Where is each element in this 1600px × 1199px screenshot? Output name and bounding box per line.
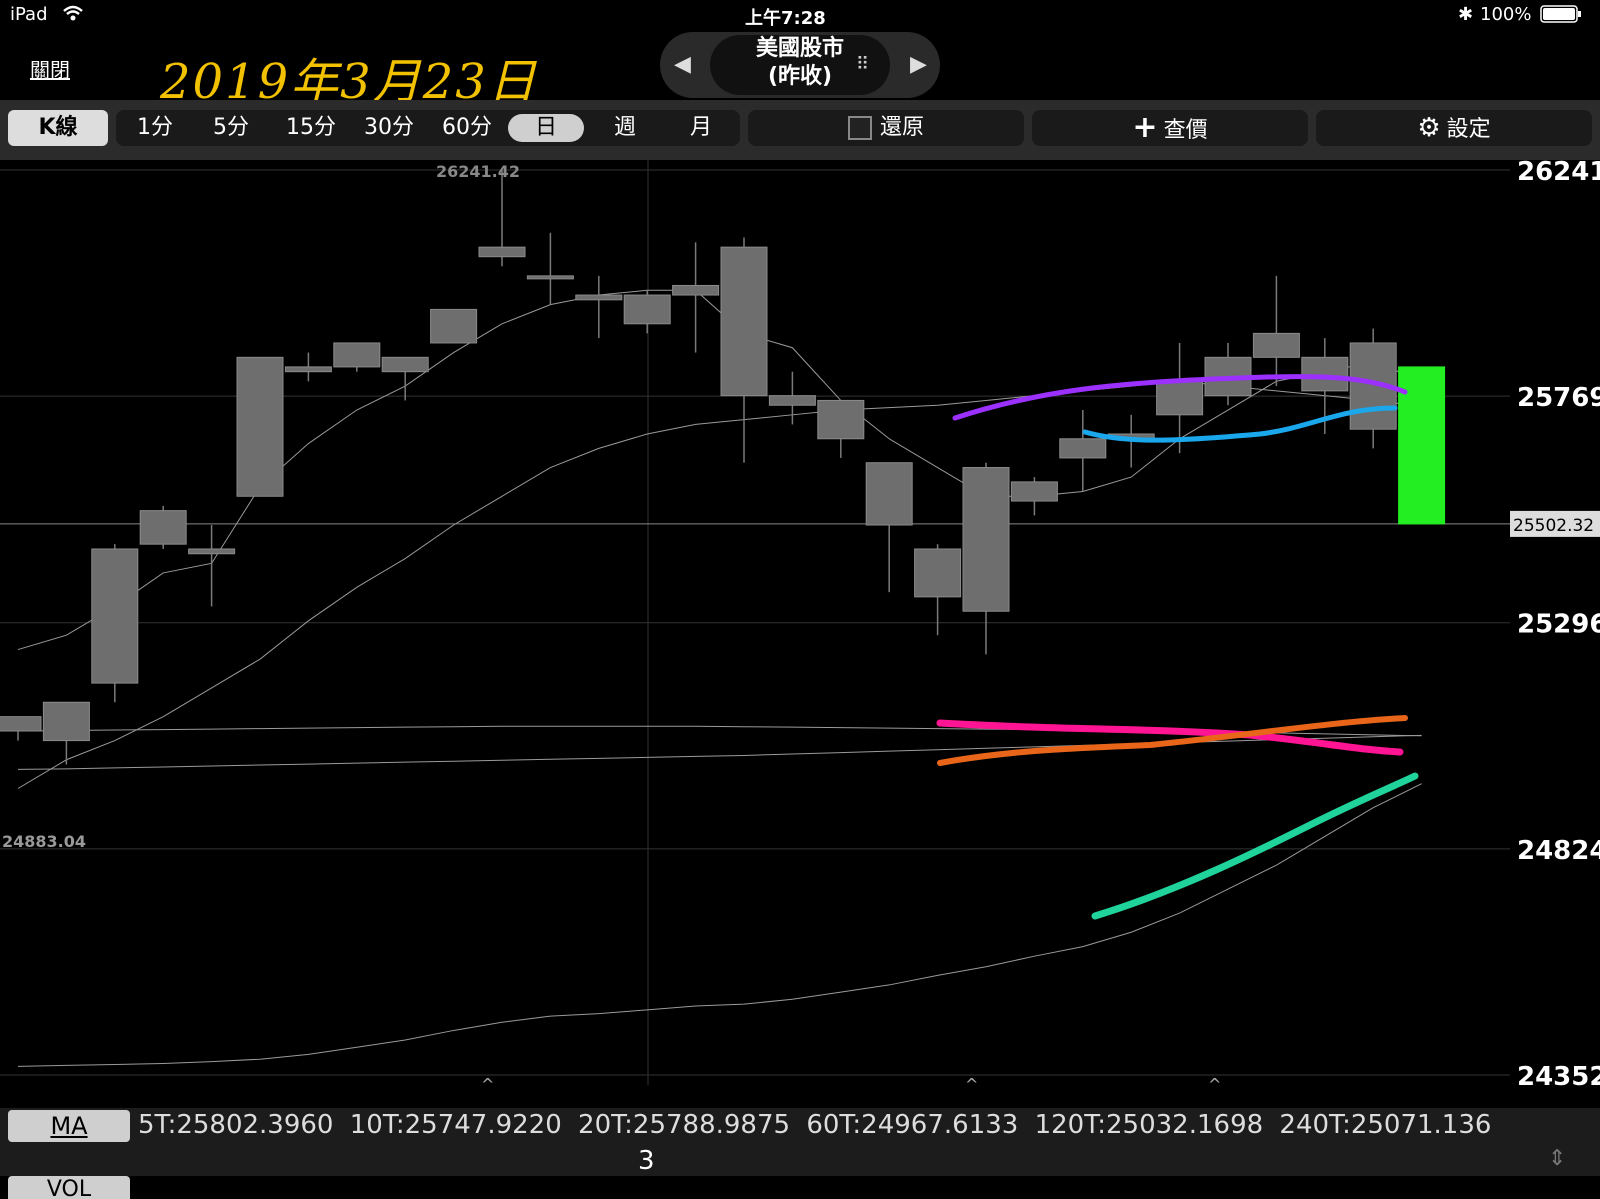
clock: 上午7:28 — [745, 8, 826, 29]
market-selector[interactable]: ◀ 美國股市 (昨收) ⠿ ▶ — [660, 32, 940, 98]
price-label: 25769 — [1517, 383, 1600, 413]
next-market-icon[interactable]: ▶ — [910, 52, 927, 77]
ma-120t: 120T:25032.1698 — [1034, 1110, 1264, 1140]
plus-icon: + — [1132, 110, 1158, 145]
reference-price-label: 25502.32 — [1513, 516, 1594, 536]
candle-body — [1252, 332, 1300, 358]
candle-body — [381, 356, 429, 373]
caret-marker: ^ — [965, 1075, 978, 1094]
page-number: 3 — [638, 1146, 655, 1176]
bluetooth-icon: ✱ — [1458, 4, 1474, 25]
candle-body — [91, 548, 139, 684]
ma-line-120t — [17, 783, 1422, 1067]
toolbar: K線 1分 5分 15分 30分 60分 日 週 月 還原 + 查價 ⚙ 設定 — [0, 100, 1600, 160]
page-bar: 3 ⇕ — [0, 1146, 1600, 1176]
period-group: 1分 5分 15分 30分 60分 日 週 月 — [116, 110, 740, 146]
wifi-icon — [62, 4, 84, 27]
candle-body — [0, 716, 42, 732]
chart-svg: 26241 25769 25502.32 25296 24824 24352 26241.4… — [0, 157, 1600, 1110]
k-line-button[interactable]: K線 — [8, 110, 108, 146]
ma-values: 5T:25802.3960 10T:25747.9220 20T:25788.9… — [138, 1110, 1518, 1140]
candle-body — [1156, 380, 1204, 416]
top-bar: 關閉 2019年3月23日 ◀ 美國股市 (昨收) ⠿ ▶ — [0, 30, 1600, 110]
ma-line-10t — [17, 380, 1422, 789]
period-day[interactable]: 日 — [508, 114, 584, 142]
high-price-label: 26241.42 — [436, 162, 520, 181]
candle-body — [817, 399, 865, 440]
vol-button[interactable]: VOL — [8, 1176, 130, 1199]
settings-button[interactable]: ⚙ 設定 — [1316, 110, 1592, 146]
candle-body — [284, 366, 332, 373]
period-15min[interactable]: 15分 — [272, 110, 350, 146]
settings-label: 設定 — [1446, 117, 1491, 142]
device-label: iPad — [10, 4, 48, 25]
period-5min[interactable]: 5分 — [196, 110, 266, 146]
price-label: 24352 — [1517, 1062, 1600, 1092]
price-label: 25296 — [1517, 610, 1600, 640]
caret-marker: ^ — [1208, 1075, 1221, 1094]
k-line-chart[interactable]: 26241 25769 25502.32 25296 24824 24352 26241.4… — [0, 157, 1600, 1110]
vol-bar: VOL — [0, 1176, 1600, 1199]
candle-body — [1059, 438, 1107, 459]
ma-line-5t — [17, 289, 1422, 651]
candle-body — [478, 246, 526, 258]
ma-60t: 60T:24967.6133 — [806, 1110, 1019, 1140]
restore-label: 還原 — [879, 115, 924, 140]
caret-marker: ^ — [481, 1075, 494, 1094]
grip-icon[interactable]: ⠿ — [856, 54, 869, 75]
restore-toggle[interactable]: 還原 — [748, 110, 1024, 146]
candle-body — [914, 548, 962, 598]
candle-body — [575, 294, 623, 301]
gear-icon: ⚙ — [1417, 113, 1441, 143]
battery-label: 100% — [1480, 4, 1532, 25]
period-30min[interactable]: 30分 — [350, 110, 428, 146]
candle-body — [1010, 481, 1058, 502]
ma-button[interactable]: MA — [8, 1110, 130, 1142]
candle-body — [42, 701, 90, 742]
period-month[interactable]: 月 — [666, 110, 736, 146]
candle-body — [333, 342, 381, 368]
status-bar: iPad 上午7:28 ✱ 100% — [0, 0, 1600, 30]
price-label: 24824 — [1517, 836, 1600, 866]
candle-body — [962, 467, 1010, 612]
ma-240t: 240T:25071.136 — [1279, 1110, 1492, 1140]
period-1min[interactable]: 1分 — [120, 110, 190, 146]
price-query-label: 查價 — [1163, 118, 1208, 143]
resize-handle-icon[interactable]: ⇕ — [1548, 1146, 1566, 1171]
candle-body — [139, 510, 187, 545]
candle-body — [623, 294, 671, 325]
price-query-button[interactable]: + 查價 — [1032, 110, 1308, 146]
candle-body — [768, 395, 816, 406]
candle-body — [430, 308, 478, 344]
ma-footer: MA 5T:25802.3960 10T:25747.9220 20T:2578… — [0, 1108, 1600, 1146]
candle-body — [526, 275, 574, 280]
candle-body — [188, 548, 236, 555]
candle-body — [720, 246, 768, 397]
price-label: 26241 — [1517, 160, 1600, 187]
ma-10t: 10T:25747.9220 — [349, 1110, 562, 1140]
low-price-label: 24883.04 — [2, 832, 86, 851]
period-week[interactable]: 週 — [590, 110, 660, 146]
period-60min[interactable]: 60分 — [428, 110, 506, 146]
annotation-teal-stroke — [1091, 772, 1419, 920]
candle-body — [236, 356, 284, 497]
candle-body — [865, 462, 913, 526]
candle-body — [1301, 356, 1349, 392]
restore-checkbox[interactable] — [847, 116, 872, 140]
battery-icon — [1540, 4, 1582, 29]
ma-5t: 5T:25802.3960 — [138, 1110, 334, 1140]
prev-market-icon[interactable]: ◀ — [674, 52, 691, 77]
ma-20t: 20T:25788.9875 — [578, 1110, 791, 1140]
close-button[interactable]: 關閉 — [30, 54, 70, 83]
candle-body — [672, 284, 720, 296]
